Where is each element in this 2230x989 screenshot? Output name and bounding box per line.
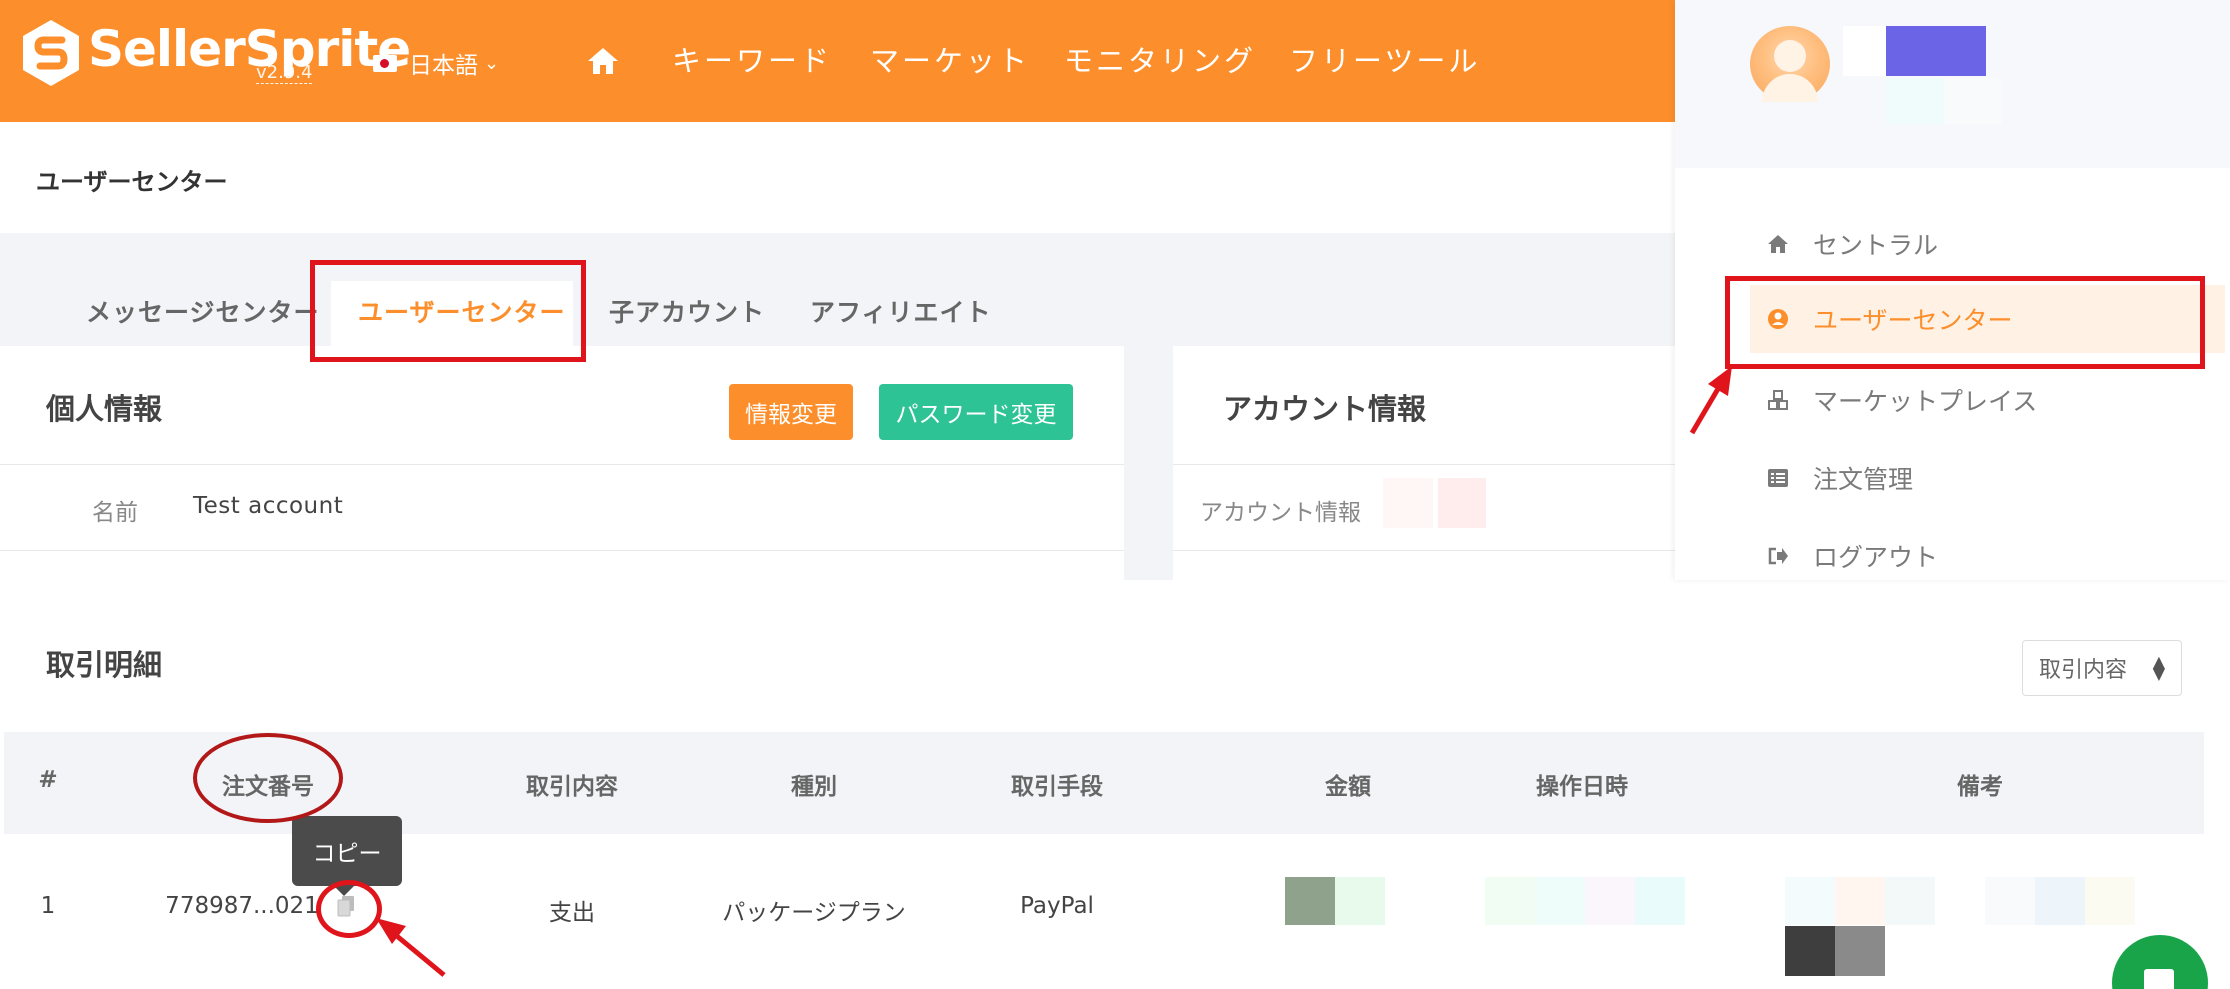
column-header-transaction-type: 取引内容 bbox=[526, 774, 618, 800]
annotation-highlight-menu-item bbox=[1725, 276, 2205, 369]
copy-tooltip: コピー bbox=[292, 816, 402, 896]
payment-method: PayPal bbox=[1020, 893, 1094, 919]
transaction-type-filter[interactable]: 取引内容 ▲ ▼ bbox=[2022, 640, 2182, 696]
column-header-payment-method: 取引手段 bbox=[1011, 774, 1103, 800]
brand-logo[interactable]: SellerSprite bbox=[20, 18, 411, 104]
redacted-user-info bbox=[1886, 78, 1944, 124]
redacted-remarks bbox=[1985, 877, 2035, 925]
tab-affiliate[interactable]: アフィリエイト bbox=[810, 293, 992, 329]
list-icon bbox=[1768, 469, 1788, 487]
redacted-datetime bbox=[1585, 877, 1635, 925]
redacted-amount bbox=[1335, 877, 1385, 925]
account-info-label: アカウント情報 bbox=[1200, 500, 1361, 526]
brand-name: SellerSprite bbox=[88, 20, 411, 78]
redacted-remarks bbox=[1885, 877, 1935, 925]
user-profile-header bbox=[1675, 0, 2230, 168]
redacted-datetime bbox=[1535, 877, 1585, 925]
sort-icon: ▲ ▼ bbox=[2152, 652, 2165, 683]
chevron-down-icon: ⌄ bbox=[484, 52, 500, 74]
column-header-category: 種別 bbox=[791, 774, 837, 800]
language-selector[interactable]: 日本語 ⌄ bbox=[373, 46, 499, 80]
personal-info-card: 個人情報 情報変更 パスワード変更 名前 Test account bbox=[0, 346, 1124, 580]
tab-message-center[interactable]: メッセージセンター bbox=[86, 293, 320, 329]
nav-monitoring[interactable]: モニタリング bbox=[1064, 38, 1256, 80]
redacted-amount bbox=[1285, 877, 1335, 925]
home-icon bbox=[1768, 235, 1788, 253]
menu-item-logout[interactable]: ログアウト bbox=[1767, 538, 1938, 574]
app-version: v2.9.4 bbox=[256, 62, 313, 84]
account-info-card: アカウント情報 アカウント情報 bbox=[1173, 346, 1675, 580]
chat-support-button[interactable] bbox=[2112, 935, 2208, 989]
redacted-value bbox=[1438, 478, 1486, 528]
redacted-value bbox=[1383, 478, 1433, 528]
personal-info-title: 個人情報 bbox=[46, 392, 163, 426]
order-number: 778987...021 bbox=[165, 893, 319, 919]
filter-label: 取引内容 bbox=[2039, 658, 2128, 683]
language-label: 日本語 bbox=[409, 53, 478, 79]
column-header-remarks: 備考 bbox=[1957, 774, 2003, 800]
column-header-datetime: 操作日時 bbox=[1536, 774, 1628, 800]
menu-item-label: 注文管理 bbox=[1813, 465, 1914, 494]
column-header-index: # bbox=[38, 767, 58, 793]
cubes-icon bbox=[1768, 390, 1788, 410]
row-index: 1 bbox=[40, 893, 56, 919]
redacted-datetime bbox=[1635, 877, 1685, 925]
redacted-user-info bbox=[1944, 78, 2002, 124]
annotation-circle-order-header bbox=[193, 733, 343, 823]
nav-keyword[interactable]: キーワード bbox=[672, 38, 832, 80]
redacted-remarks bbox=[2035, 877, 2085, 925]
nav-free-tools[interactable]: フリーツール bbox=[1289, 38, 1480, 80]
divider bbox=[0, 464, 1124, 465]
menu-item-marketplace[interactable]: マーケットプレイス bbox=[1767, 382, 2037, 418]
name-value: Test account bbox=[193, 493, 344, 519]
nav-market[interactable]: マーケット bbox=[870, 38, 1030, 80]
redacted-remarks bbox=[1785, 926, 1835, 976]
menu-item-label: マーケットプレイス bbox=[1813, 387, 2038, 416]
menu-item-central[interactable]: セントラル bbox=[1767, 226, 1938, 262]
column-header-amount: 金額 bbox=[1325, 774, 1371, 800]
divider bbox=[1173, 550, 1675, 551]
menu-item-label: ログアウト bbox=[1813, 543, 1939, 572]
redacted-datetime bbox=[1485, 877, 1535, 925]
change-password-button[interactable]: パスワード変更 bbox=[879, 384, 1073, 440]
japan-flag-icon bbox=[373, 54, 397, 72]
home-icon[interactable] bbox=[586, 46, 620, 76]
name-label: 名前 bbox=[92, 500, 138, 526]
divider bbox=[1173, 464, 1675, 465]
transaction-type: 支出 bbox=[549, 900, 595, 926]
sellersprite-logo-icon bbox=[20, 18, 82, 88]
redacted-remarks bbox=[2085, 877, 2135, 925]
account-info-title: アカウント情報 bbox=[1223, 392, 1427, 426]
divider bbox=[0, 550, 1124, 551]
redacted-remarks bbox=[1835, 877, 1885, 925]
tab-sub-account[interactable]: 子アカウント bbox=[609, 293, 765, 329]
page-title: ユーザーセンター bbox=[36, 168, 228, 196]
redacted-remarks bbox=[1785, 877, 1835, 925]
menu-item-label: セントラル bbox=[1813, 231, 1939, 260]
sign-out-icon bbox=[1768, 547, 1788, 565]
avatar[interactable] bbox=[1750, 26, 1830, 102]
annotation-circle-copy-icon bbox=[316, 880, 382, 938]
menu-item-order-management[interactable]: 注文管理 bbox=[1767, 460, 1913, 496]
redacted-username bbox=[1843, 26, 1889, 76]
annotation-highlight-tab bbox=[310, 260, 586, 362]
redacted-username bbox=[1886, 26, 1986, 76]
category: パッケージプラン bbox=[722, 900, 906, 926]
redacted-remarks bbox=[1835, 926, 1885, 976]
edit-info-button[interactable]: 情報変更 bbox=[729, 384, 853, 440]
transactions-title: 取引明細 bbox=[46, 648, 163, 682]
